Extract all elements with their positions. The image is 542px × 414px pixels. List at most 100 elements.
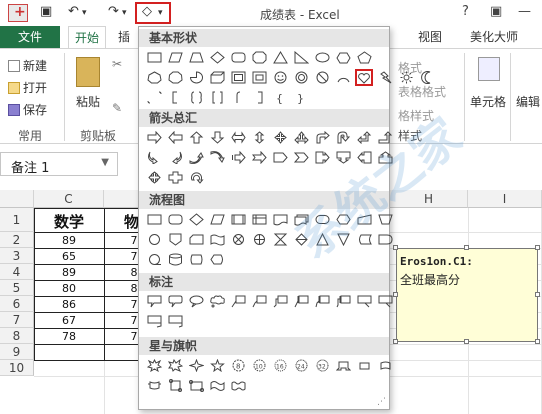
resize-handle[interactable] xyxy=(464,339,469,344)
bevel-shape[interactable] xyxy=(250,69,268,86)
rounded-callout-shape[interactable] xyxy=(166,293,184,310)
line-callout-accent-2-shape[interactable] xyxy=(313,293,331,310)
left-up-arrow-shape[interactable] xyxy=(355,129,373,146)
curved-left-arrow-shape[interactable] xyxy=(166,149,184,166)
up-arrow-callout-shape[interactable] xyxy=(376,149,394,166)
terminator-shape[interactable] xyxy=(313,211,331,228)
cross-arrow-shape[interactable] xyxy=(166,169,184,186)
diamond-shape[interactable] xyxy=(208,49,226,66)
left-arrow-shape[interactable] xyxy=(166,129,184,146)
cloud-callout-shape[interactable] xyxy=(208,293,226,310)
oval-callout-shape[interactable] xyxy=(187,293,205,310)
column-header-c[interactable]: C xyxy=(34,190,104,208)
horizontal-scroll-shape[interactable] xyxy=(187,377,205,394)
right-brace-shape[interactable]: } xyxy=(292,89,310,106)
right-arrow-shape[interactable] xyxy=(145,129,163,146)
manual-operation-shape[interactable] xyxy=(376,211,394,228)
up-down-arrow-shape[interactable] xyxy=(250,129,268,146)
left-bracket-thin-shape[interactable] xyxy=(229,89,247,106)
row-header[interactable]: 1 xyxy=(0,208,34,232)
sequential-access-storage-shape[interactable] xyxy=(145,251,163,268)
up-arrow-shape[interactable] xyxy=(187,129,205,146)
line-callout-accent-1-shape[interactable] xyxy=(292,293,310,310)
card-shape[interactable] xyxy=(187,231,205,248)
right-bracket-shape[interactable] xyxy=(250,89,268,106)
row-header[interactable]: 8 xyxy=(0,328,34,344)
left-brace-shape[interactable]: { xyxy=(271,89,289,106)
pentagon-arrow-shape[interactable] xyxy=(271,149,289,166)
curved-up-arrow-shape[interactable] xyxy=(187,149,205,166)
direct-access-storage-shape[interactable] xyxy=(187,251,205,268)
4-point-star-shape[interactable] xyxy=(187,357,205,374)
chevron-arrow-shape[interactable] xyxy=(292,149,310,166)
resize-handle[interactable] xyxy=(535,292,540,297)
resize-handle[interactable] xyxy=(464,245,469,250)
extract-shape[interactable] xyxy=(313,231,331,248)
line-callout-border-accent-shape[interactable] xyxy=(166,313,184,330)
select-all-corner[interactable] xyxy=(0,190,34,208)
double-bracket-shape[interactable] xyxy=(145,89,163,106)
down-arrow-shape[interactable] xyxy=(208,129,226,146)
magnetic-disk-shape[interactable] xyxy=(166,251,184,268)
curved-up-ribbon-shape[interactable] xyxy=(376,357,394,374)
row-header[interactable]: 4 xyxy=(0,264,34,280)
row-header[interactable]: 3 xyxy=(0,248,34,264)
donut-shape[interactable] xyxy=(292,69,310,86)
ribbon-display-button[interactable]: ▣ xyxy=(490,4,502,19)
row-header[interactable]: 5 xyxy=(0,280,34,296)
data-shape[interactable] xyxy=(208,211,226,228)
cut-icon[interactable]: ✂ xyxy=(112,57,122,71)
resize-handle[interactable] xyxy=(393,339,398,344)
stored-data-shape[interactable] xyxy=(355,231,373,248)
line-callout-3-shape[interactable] xyxy=(271,293,289,310)
8-point-star-shape[interactable]: 8 xyxy=(229,357,247,374)
rectangular-callout-shape[interactable] xyxy=(145,293,163,310)
up-ribbon-shape[interactable] xyxy=(334,357,352,374)
tab-insert[interactable]: 插 xyxy=(118,26,130,48)
row-header[interactable]: 2 xyxy=(0,232,34,248)
internal-storage-shape[interactable] xyxy=(250,211,268,228)
tab-view[interactable]: 视图 xyxy=(418,26,442,48)
comment-text[interactable]: 全班最高分 xyxy=(400,271,460,288)
line-callout-border-3-shape[interactable] xyxy=(145,313,163,330)
column-header-i[interactable]: I xyxy=(468,190,542,208)
alternate-process-shape[interactable] xyxy=(166,211,184,228)
predefined-process-shape[interactable] xyxy=(229,211,247,228)
row-header[interactable]: 10 xyxy=(0,360,34,376)
column-header-h[interactable]: H xyxy=(390,190,468,208)
redo-icon[interactable]: ↷ xyxy=(108,4,119,19)
trapezoid-shape[interactable] xyxy=(187,49,205,66)
sun-shape[interactable] xyxy=(397,69,415,86)
row-header[interactable]: 9 xyxy=(0,344,34,360)
wave-shape[interactable] xyxy=(208,377,226,394)
32-point-star-shape[interactable]: 32 xyxy=(313,357,331,374)
minimize-button[interactable]: — xyxy=(518,4,531,19)
lightning-bolt-shape[interactable] xyxy=(376,69,394,86)
table-cell[interactable]: 86 xyxy=(34,298,104,311)
cell-style-button[interactable]: 格样式 xyxy=(398,107,434,124)
notched-right-arrow-shape[interactable] xyxy=(250,149,268,166)
line-callout-accent-3-shape[interactable] xyxy=(334,293,352,310)
sort-shape[interactable] xyxy=(292,231,310,248)
preparation-shape[interactable] xyxy=(334,211,352,228)
line-callout-2-shape[interactable] xyxy=(250,293,268,310)
right-arrow-callout-shape[interactable] xyxy=(313,149,331,166)
quad-arrow-callout-shape[interactable] xyxy=(145,169,163,186)
explosion-2-shape[interactable] xyxy=(166,357,184,374)
punched-tape-shape[interactable] xyxy=(208,231,226,248)
row-header[interactable]: 6 xyxy=(0,296,34,312)
moon-shape[interactable] xyxy=(418,69,436,86)
curved-right-arrow-shape[interactable] xyxy=(145,149,163,166)
comment-box[interactable]: Eros1on.C1: 全班最高分 xyxy=(396,248,538,342)
paste-icon[interactable] xyxy=(76,57,100,87)
summing-junction-shape[interactable] xyxy=(229,231,247,248)
pie-shape[interactable] xyxy=(187,69,205,86)
resize-handle[interactable] xyxy=(535,339,540,344)
manual-input-shape[interactable] xyxy=(355,211,373,228)
delay-shape[interactable] xyxy=(376,231,394,248)
circular-arrow-shape[interactable] xyxy=(187,169,205,186)
left-bracket-shape[interactable] xyxy=(166,89,184,106)
smiley-face-shape[interactable] xyxy=(271,69,289,86)
table-cell[interactable]: 65 xyxy=(34,250,104,263)
quad-arrow-shape[interactable] xyxy=(271,129,289,146)
